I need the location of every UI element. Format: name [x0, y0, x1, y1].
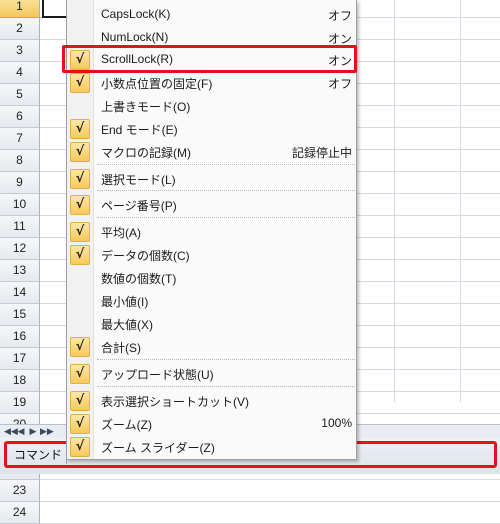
menu-separator	[97, 359, 355, 360]
next-sheet-button[interactable]: ▶	[28, 426, 38, 438]
menu-item-18[interactable]: √ ズーム スライダー(Z)	[67, 436, 356, 458]
menu-item-15[interactable]: √ アップロード状態(U)	[67, 363, 356, 385]
prev-sheet-button[interactable]: ◀	[16, 426, 26, 438]
row-header-15[interactable]: 15	[0, 304, 40, 326]
menu-separator	[97, 164, 355, 165]
menu-item-17[interactable]: √ ズーム(Z) 100%	[67, 413, 356, 435]
row-header-10[interactable]: 10	[0, 194, 40, 216]
checkmark-icon: √	[70, 169, 90, 189]
menu-item-value: オフ	[327, 77, 352, 91]
status-mode-text: コマンド	[14, 448, 63, 462]
row-header-4[interactable]: 4	[0, 62, 40, 84]
row-header-12[interactable]: 12	[0, 238, 40, 260]
menu-item-label: ズーム スライダー(Z)	[101, 441, 215, 455]
menu-item-label: 数値の個数(T)	[101, 272, 177, 286]
menu-item-label: アップロード状態(U)	[101, 368, 214, 382]
checkmark-icon: √	[70, 222, 90, 242]
menu-item-14[interactable]: √ 合計(S)	[67, 336, 356, 358]
first-sheet-button[interactable]: ◀◀	[4, 426, 18, 438]
checkmark-icon: √	[70, 245, 90, 265]
menu-item-9[interactable]: √ 平均(A)	[67, 221, 356, 243]
menu-item-label: 最大値(X)	[101, 318, 153, 332]
menu-item-label: 選択モード(L)	[101, 173, 176, 187]
row-header-14[interactable]: 14	[0, 282, 40, 304]
menu-item-label: NumLock(N)	[101, 30, 169, 44]
row-header-23[interactable]: 23	[0, 480, 40, 502]
checkmark-icon: √	[70, 142, 90, 162]
menu-item-label: 最小値(I)	[101, 295, 149, 309]
menu-item-label: 上書きモード(O)	[101, 100, 191, 114]
checkmark-icon: √	[70, 414, 90, 434]
row-header-5[interactable]: 5	[0, 84, 40, 106]
menu-item-6[interactable]: √ マクロの記録(M) 記録停止中	[67, 141, 356, 163]
row-header-8[interactable]: 8	[0, 150, 40, 172]
menu-item-16[interactable]: √ 表示選択ショートカット(V)	[67, 390, 356, 412]
row-header-19[interactable]: 19	[0, 392, 40, 414]
menu-item-0[interactable]: CapsLock(K) オフ	[67, 4, 356, 26]
menu-separator	[97, 386, 355, 387]
row-header-11[interactable]: 11	[0, 216, 40, 238]
menu-item-label: データの個数(C)	[101, 249, 190, 263]
menu-item-value: 記録停止中	[291, 146, 352, 160]
menu-item-value: オフ	[327, 9, 352, 23]
row-header-3[interactable]: 3	[0, 40, 40, 62]
menu-item-label: 小数点位置の固定(F)	[101, 77, 213, 91]
checkmark-icon: √	[70, 437, 90, 457]
row-header-9[interactable]: 9	[0, 172, 40, 194]
menu-separator	[97, 217, 355, 218]
menu-item-label: End モード(E)	[101, 123, 178, 137]
last-sheet-button[interactable]: ▶▶	[40, 426, 54, 438]
grid-row-line	[40, 501, 500, 502]
active-cell[interactable]	[42, 0, 68, 18]
menu-item-label: 合計(S)	[101, 341, 141, 355]
menu-item-5[interactable]: √ End モード(E)	[67, 118, 356, 140]
checkmark-icon: √	[70, 391, 90, 411]
row-header-13[interactable]: 13	[0, 260, 40, 282]
row-header-2[interactable]: 2	[0, 18, 40, 40]
row-header-17[interactable]: 17	[0, 348, 40, 370]
menu-item-label: CapsLock(K)	[101, 7, 171, 21]
checkmark-icon: √	[70, 195, 90, 215]
grid-row-line	[40, 479, 500, 480]
menu-item-value: 100%	[321, 416, 352, 430]
checkmark-icon: √	[70, 119, 90, 139]
menu-item-label: ズーム(Z)	[101, 418, 152, 432]
checkmark-icon: √	[70, 337, 90, 357]
menu-item-label: ページ番号(P)	[101, 199, 177, 213]
menu-item-label: 表示選択ショートカット(V)	[101, 395, 249, 409]
row-header-24[interactable]: 24	[0, 502, 40, 524]
row-header-18[interactable]: 18	[0, 370, 40, 392]
row-header-1[interactable]: 1	[0, 0, 40, 18]
menu-item-13[interactable]: 最大値(X)	[67, 313, 356, 335]
menu-item-12[interactable]: 最小値(I)	[67, 290, 356, 312]
row-header-6[interactable]: 6	[0, 106, 40, 128]
row-header-7[interactable]: 7	[0, 128, 40, 150]
row-header-16[interactable]: 16	[0, 326, 40, 348]
menu-item-11[interactable]: 数値の個数(T)	[67, 267, 356, 289]
checkmark-icon: √	[70, 364, 90, 384]
menu-item-3[interactable]: √ 小数点位置の固定(F) オフ	[67, 72, 356, 94]
menu-item-10[interactable]: √ データの個数(C)	[67, 244, 356, 266]
grid-column-line	[394, 0, 395, 402]
menu-item-7[interactable]: √ 選択モード(L)	[67, 168, 356, 190]
menu-item-8[interactable]: √ ページ番号(P)	[67, 194, 356, 216]
scrolllock-highlight-frame	[62, 45, 357, 73]
menu-item-4[interactable]: 上書きモード(O)	[67, 95, 356, 117]
menu-item-label: マクロの記録(M)	[101, 146, 191, 160]
checkmark-icon: √	[70, 73, 90, 93]
menu-separator	[97, 190, 355, 191]
grid-column-line	[460, 0, 461, 402]
menu-item-label: 平均(A)	[101, 226, 141, 240]
